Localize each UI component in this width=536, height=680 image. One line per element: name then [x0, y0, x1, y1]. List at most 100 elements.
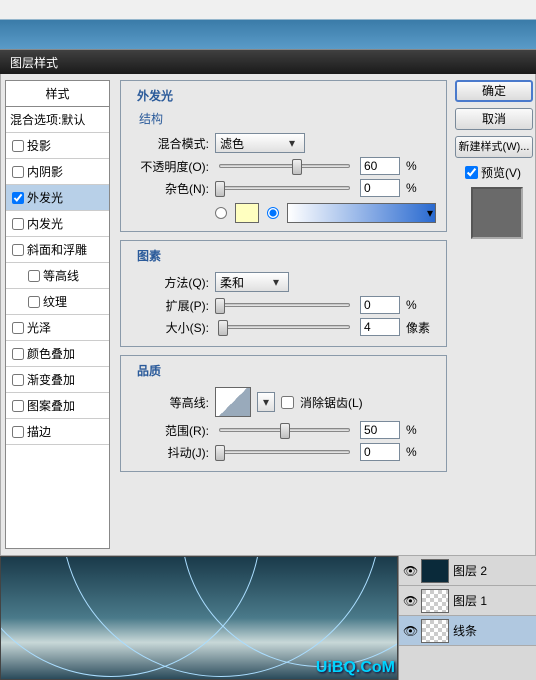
cancel-button[interactable]: 取消 — [455, 108, 533, 130]
style-item[interactable]: 内阴影 — [6, 159, 109, 185]
gradient-radio[interactable] — [267, 207, 279, 219]
canvas-preview[interactable]: UiBQ.CoM — [0, 556, 398, 680]
dialog-title: 图层样式 — [10, 56, 58, 70]
range-input[interactable] — [360, 421, 400, 439]
technique-select[interactable]: 柔和 ▾ — [215, 272, 289, 292]
style-item[interactable]: 纹理 — [6, 289, 109, 315]
workspace-bottom: UiBQ.CoM 👁 图层 2👁 图层 1👁 线条 — [0, 556, 536, 680]
size-slider[interactable] — [219, 325, 350, 329]
opacity-unit: % — [406, 159, 436, 173]
chevron-down-icon: ▾ — [262, 395, 270, 409]
style-checkbox[interactable] — [12, 374, 24, 386]
size-unit: 像素 — [406, 319, 436, 336]
style-item[interactable]: 光泽 — [6, 315, 109, 341]
style-checkbox[interactable] — [12, 140, 24, 152]
effect-settings-panel: 外发光 结构 混合模式: 滤色 ▾ 不透明度(O): % 杂色(N): % — [114, 74, 453, 555]
layer-row[interactable]: 👁 线条 — [399, 616, 536, 646]
style-item[interactable]: 内发光 — [6, 211, 109, 237]
style-item[interactable]: 描边 — [6, 419, 109, 445]
layer-name: 图层 1 — [453, 592, 487, 609]
contour-label: 等高线: — [131, 394, 209, 411]
style-checkbox[interactable] — [12, 244, 24, 256]
visibility-icon[interactable]: 👁 — [403, 624, 417, 638]
styles-header: 样式 — [6, 81, 109, 107]
style-label: 投影 — [27, 137, 51, 154]
layer-thumbnail[interactable] — [421, 559, 449, 583]
elements-title: 图素 — [133, 247, 165, 264]
noise-input[interactable] — [360, 179, 400, 197]
visibility-icon[interactable]: 👁 — [403, 594, 417, 608]
style-label: 外发光 — [27, 189, 63, 206]
preview-swatch — [471, 187, 523, 239]
document-ruler-preview — [0, 0, 536, 50]
chevron-down-icon: ▾ — [427, 206, 433, 220]
gradient-picker[interactable]: ▾ — [287, 203, 436, 223]
style-label: 描边 — [27, 423, 51, 440]
technique-label: 方法(Q): — [131, 274, 209, 291]
elements-fieldset: 图素 方法(Q): 柔和 ▾ 扩展(P): % 大小(S): 像素 — [120, 240, 447, 347]
dialog-body: 样式 混合选项:默认 投影内阴影外发光内发光斜面和浮雕等高线纹理光泽颜色叠加渐变… — [0, 74, 536, 556]
antialias-checkbox[interactable] — [281, 396, 294, 409]
contour-dropdown[interactable]: ▾ — [257, 392, 275, 412]
style-checkbox[interactable] — [12, 192, 24, 204]
noise-slider[interactable] — [219, 186, 350, 190]
style-checkbox[interactable] — [12, 322, 24, 334]
size-label: 大小(S): — [131, 319, 209, 336]
style-checkbox[interactable] — [12, 218, 24, 230]
quality-fieldset: 品质 等高线: ▾ 消除锯齿(L) 范围(R): % 抖动(J): % — [120, 355, 447, 472]
style-label: 内发光 — [27, 215, 63, 232]
style-label: 等高线 — [43, 267, 79, 284]
style-item[interactable]: 外发光 — [6, 185, 109, 211]
solid-color-swatch[interactable] — [235, 203, 259, 223]
style-checkbox[interactable] — [12, 426, 24, 438]
style-checkbox[interactable] — [28, 270, 40, 282]
layers-panel: 👁 图层 2👁 图层 1👁 线条 — [398, 556, 536, 680]
spread-input[interactable] — [360, 296, 400, 314]
spread-slider[interactable] — [219, 303, 350, 307]
style-item[interactable]: 渐变叠加 — [6, 367, 109, 393]
size-input[interactable] — [360, 318, 400, 336]
jitter-slider[interactable] — [219, 450, 350, 454]
dialog-title-bar: 图层样式 — [0, 50, 536, 74]
range-label: 范围(R): — [131, 422, 209, 439]
chevron-down-icon: ▾ — [268, 275, 284, 289]
solid-color-radio[interactable] — [215, 207, 227, 219]
blend-mode-select[interactable]: 滤色 ▾ — [215, 133, 305, 153]
style-checkbox[interactable] — [12, 348, 24, 360]
style-label: 斜面和浮雕 — [27, 241, 87, 258]
style-item[interactable]: 等高线 — [6, 263, 109, 289]
opacity-slider[interactable] — [219, 164, 350, 168]
new-style-button[interactable]: 新建样式(W)... — [455, 136, 533, 158]
dialog-buttons-panel: 确定 取消 新建样式(W)... 预览(V) — [453, 74, 535, 555]
range-slider[interactable] — [219, 428, 350, 432]
style-checkbox[interactable] — [12, 400, 24, 412]
style-item[interactable]: 投影 — [6, 133, 109, 159]
opacity-input[interactable] — [360, 157, 400, 175]
spread-label: 扩展(P): — [131, 297, 209, 314]
layer-thumbnail[interactable] — [421, 619, 449, 643]
structure-title: 结构 — [139, 110, 436, 127]
style-item[interactable]: 斜面和浮雕 — [6, 237, 109, 263]
outer-glow-fieldset: 外发光 结构 混合模式: 滤色 ▾ 不透明度(O): % 杂色(N): % — [120, 80, 447, 232]
ok-button[interactable]: 确定 — [455, 80, 533, 102]
preview-checkbox[interactable] — [465, 166, 478, 179]
layer-name: 线条 — [453, 622, 477, 639]
visibility-icon[interactable]: 👁 — [403, 564, 417, 578]
contour-picker[interactable] — [215, 387, 251, 417]
layer-row[interactable]: 👁 图层 2 — [399, 556, 536, 586]
style-checkbox[interactable] — [28, 296, 40, 308]
spread-unit: % — [406, 298, 436, 312]
layer-row[interactable]: 👁 图层 1 — [399, 586, 536, 616]
style-item[interactable]: 图案叠加 — [6, 393, 109, 419]
style-label: 渐变叠加 — [27, 371, 75, 388]
jitter-label: 抖动(J): — [131, 444, 209, 461]
layer-thumbnail[interactable] — [421, 589, 449, 613]
antialias-label: 消除锯齿(L) — [300, 394, 363, 411]
style-item[interactable]: 颜色叠加 — [6, 341, 109, 367]
styles-list-panel: 样式 混合选项:默认 投影内阴影外发光内发光斜面和浮雕等高线纹理光泽颜色叠加渐变… — [5, 80, 110, 549]
jitter-input[interactable] — [360, 443, 400, 461]
style-checkbox[interactable] — [12, 166, 24, 178]
style-label: 颜色叠加 — [27, 345, 75, 362]
blend-options-item[interactable]: 混合选项:默认 — [6, 107, 109, 133]
style-label: 光泽 — [27, 319, 51, 336]
